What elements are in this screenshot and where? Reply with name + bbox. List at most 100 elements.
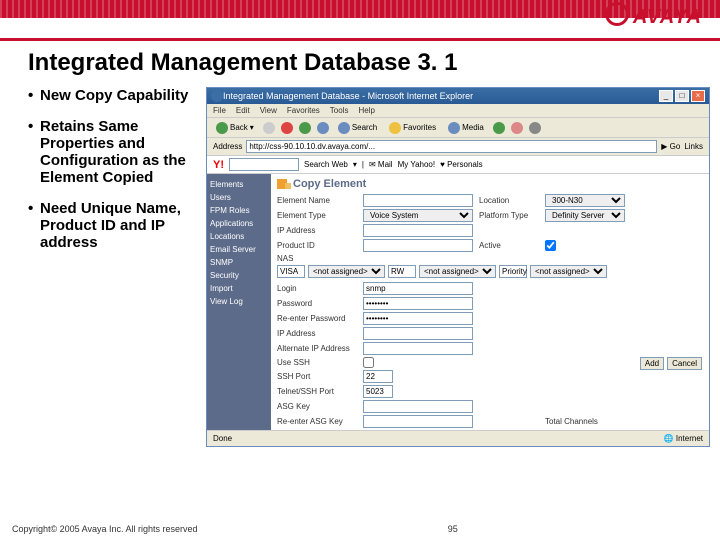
bullet-item: New Copy Capability bbox=[28, 87, 206, 104]
label-active: Active bbox=[479, 241, 539, 250]
rw-select-1[interactable]: <not assigned> bbox=[308, 265, 385, 278]
favorites-button[interactable]: Favorites bbox=[386, 121, 439, 135]
bullet-item: Retains Same Properties and Configuratio… bbox=[28, 118, 206, 186]
rw-label: RW bbox=[388, 265, 416, 278]
forward-icon[interactable] bbox=[263, 122, 275, 134]
reenter-password-input[interactable] bbox=[363, 312, 473, 325]
label-location: Location bbox=[479, 196, 539, 205]
stop-icon[interactable] bbox=[281, 122, 293, 134]
cancel-button[interactable]: Cancel bbox=[667, 357, 702, 370]
use-ssh-checkbox[interactable] bbox=[363, 357, 374, 368]
label-alternate-ip: Alternate IP Address bbox=[277, 344, 357, 353]
yahoo-mail[interactable]: ✉ Mail bbox=[369, 160, 393, 169]
close-button[interactable]: × bbox=[691, 90, 705, 102]
label-nas: NAS bbox=[277, 254, 357, 263]
element-type-select[interactable]: Voice System bbox=[363, 209, 473, 222]
label-ip-address: IP Address bbox=[277, 226, 357, 235]
mail-icon[interactable] bbox=[511, 122, 523, 134]
sidebar-item-users[interactable]: Users bbox=[210, 191, 268, 204]
history-icon[interactable] bbox=[493, 122, 505, 134]
label-element-name: Element Name bbox=[277, 196, 357, 205]
menu-view[interactable]: View bbox=[260, 106, 277, 115]
back-button[interactable]: Back ▾ bbox=[213, 121, 257, 135]
yahoo-my[interactable]: My Yahoo! bbox=[398, 160, 436, 169]
yahoo-personals[interactable]: ♥ Personals bbox=[440, 160, 483, 169]
add-button[interactable]: Add bbox=[640, 357, 664, 370]
minimize-button[interactable]: _ bbox=[659, 90, 673, 102]
copyright: Copyright© 2005 Avaya Inc. All rights re… bbox=[12, 524, 198, 534]
sidebar-item-snmp[interactable]: SNMP bbox=[210, 256, 268, 269]
asg-key-input[interactable] bbox=[363, 400, 473, 413]
address-label: Address bbox=[213, 142, 242, 151]
maximize-button[interactable]: □ bbox=[675, 90, 689, 102]
label-reenter-password: Re-enter Password bbox=[277, 314, 357, 323]
search-icon bbox=[338, 122, 350, 134]
menu-tools[interactable]: Tools bbox=[330, 106, 349, 115]
menu-help[interactable]: Help bbox=[358, 106, 374, 115]
location-select[interactable]: 300-N30 bbox=[545, 194, 625, 207]
active-checkbox[interactable] bbox=[545, 240, 556, 251]
status-bar: Done 🌐 Internet bbox=[207, 430, 709, 446]
search-web-button[interactable]: Search Web bbox=[304, 160, 348, 169]
sidebar-item-import[interactable]: Import bbox=[210, 282, 268, 295]
page-title: Copy Element bbox=[277, 178, 703, 190]
search-button[interactable]: Search bbox=[335, 121, 380, 135]
sidebar-item-applications[interactable]: Applications bbox=[210, 217, 268, 230]
sidebar-item-emailserver[interactable]: Email Server bbox=[210, 243, 268, 256]
divider bbox=[0, 38, 720, 41]
ip-address2-input[interactable] bbox=[363, 327, 473, 340]
password-input[interactable] bbox=[363, 297, 473, 310]
sidebar-item-fpmroles[interactable]: FPM Roles bbox=[210, 204, 268, 217]
label-product-id: Product ID bbox=[277, 241, 357, 250]
browser-window: Integrated Management Database - Microso… bbox=[206, 87, 710, 447]
element-name-input[interactable] bbox=[363, 194, 473, 207]
sidebar-item-security[interactable]: Security bbox=[210, 269, 268, 282]
ssh-port-input[interactable] bbox=[363, 370, 393, 383]
print-icon[interactable] bbox=[529, 122, 541, 134]
label-telnet-port: Telnet/SSH Port bbox=[277, 387, 357, 396]
label-ssh-port: SSH Port bbox=[277, 372, 357, 381]
visa-label: VISA bbox=[277, 265, 305, 278]
menu-favorites[interactable]: Favorites bbox=[287, 106, 320, 115]
sidebar-item-locations[interactable]: Locations bbox=[210, 230, 268, 243]
refresh-icon[interactable] bbox=[299, 122, 311, 134]
yahoo-logo[interactable]: Y! bbox=[213, 159, 224, 171]
ie-icon bbox=[211, 90, 223, 102]
login-input[interactable] bbox=[363, 282, 473, 295]
bullet-item: Need Unique Name, Product ID and IP addr… bbox=[28, 200, 206, 251]
menu-file[interactable]: File bbox=[213, 106, 226, 115]
yahoo-search-input[interactable] bbox=[229, 158, 299, 171]
slide-title: Integrated Management Database 3. 1 bbox=[28, 49, 720, 77]
sidebar-item-elements[interactable]: Elements bbox=[210, 178, 268, 191]
media-icon bbox=[448, 122, 460, 134]
go-button[interactable]: ▶ Go bbox=[661, 142, 680, 151]
back-icon bbox=[216, 122, 228, 134]
rw-select-3[interactable]: <not assigned> bbox=[530, 265, 607, 278]
star-icon bbox=[389, 122, 401, 134]
platform-type-select[interactable]: Definity Server G bbox=[545, 209, 625, 222]
url-input[interactable] bbox=[246, 140, 657, 153]
media-button[interactable]: Media bbox=[445, 121, 487, 135]
status-done: Done bbox=[213, 434, 232, 443]
label-ip-address2: IP Address bbox=[277, 329, 357, 338]
reenter-asg-input[interactable] bbox=[363, 415, 473, 428]
ip-address-input[interactable] bbox=[363, 224, 473, 237]
label-password: Password bbox=[277, 299, 357, 308]
sidebar-item-viewlog[interactable]: View Log bbox=[210, 295, 268, 308]
page-number: 95 bbox=[448, 524, 458, 534]
content-pane: Copy Element Element Name Location 300-N… bbox=[271, 174, 709, 430]
sidebar: Elements Users FPM Roles Applications Lo… bbox=[207, 174, 271, 430]
links-label[interactable]: Links bbox=[684, 142, 703, 151]
menu-edit[interactable]: Edit bbox=[236, 106, 250, 115]
rw-select-2[interactable]: <not assigned> bbox=[419, 265, 496, 278]
priority-label: Priority bbox=[499, 265, 527, 278]
product-id-input[interactable] bbox=[363, 239, 473, 252]
connectivity-row: VISA <not assigned> RW <not assigned> Pr… bbox=[277, 265, 703, 278]
footer: Copyright© 2005 Avaya Inc. All rights re… bbox=[12, 524, 708, 534]
alternate-ip-input[interactable] bbox=[363, 342, 473, 355]
telnet-port-input[interactable] bbox=[363, 385, 393, 398]
titlebar: Integrated Management Database - Microso… bbox=[207, 88, 709, 104]
toolbar: Back ▾ Search Favorites Media bbox=[207, 118, 709, 138]
label-element-type: Element Type bbox=[277, 211, 357, 220]
home-icon[interactable] bbox=[317, 122, 329, 134]
